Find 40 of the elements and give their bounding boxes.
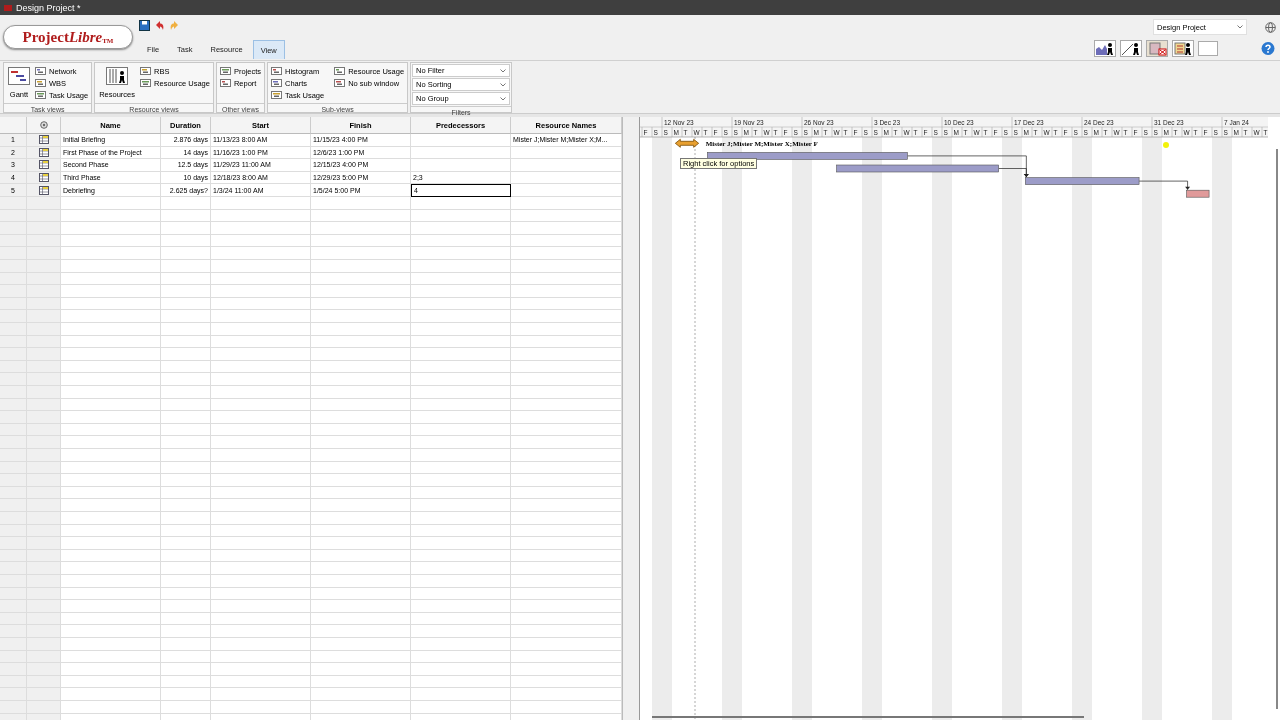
- view-icon: [271, 91, 282, 99]
- view-icon: [35, 91, 46, 99]
- chevron-icon: [1237, 25, 1243, 29]
- view-icon: [219, 79, 231, 87]
- window-title: Design Project *: [16, 2, 81, 13]
- chevron-icon: [500, 68, 507, 73]
- marker-dot: [1163, 142, 1169, 148]
- task-bar[interactable]: [707, 152, 908, 160]
- app-icon: [4, 4, 12, 11]
- gantt-chart-icon: [8, 67, 30, 85]
- view-icon: [271, 79, 282, 87]
- task-icon: [38, 173, 49, 183]
- task-icon: [38, 147, 49, 157]
- view-icon: [35, 79, 46, 87]
- view-icon: [140, 67, 152, 75]
- view-icon: [219, 67, 231, 75]
- histogram-icon[interactable]: [1094, 40, 1116, 57]
- resource-usage-icon[interactable]: [1172, 40, 1194, 57]
- view-icon: [334, 67, 346, 75]
- task-icon: [38, 160, 49, 170]
- resources-icon: [106, 67, 129, 85]
- chevron-icon: [500, 96, 507, 101]
- view-icon: [35, 67, 46, 75]
- horizontal-scrollbar[interactable]: [652, 716, 1084, 718]
- undo-icon[interactable]: [154, 20, 165, 31]
- view-icon: [334, 79, 346, 87]
- chevron-icon: [500, 82, 507, 87]
- save-icon[interactable]: [139, 20, 150, 31]
- task-bar[interactable]: [1186, 189, 1210, 198]
- task-bar[interactable]: [836, 164, 999, 173]
- vertical-scrollbar[interactable]: [1276, 149, 1278, 709]
- view-icon: [271, 67, 282, 75]
- info-icon: [39, 121, 48, 129]
- help-icon[interactable]: [1260, 41, 1276, 56]
- chart-icon[interactable]: [1120, 40, 1142, 57]
- globe-icon[interactable]: [1265, 21, 1276, 33]
- dependency-arrow: [1138, 180, 1191, 191]
- view-icon: [140, 79, 152, 87]
- task-bar[interactable]: [674, 138, 700, 148]
- task-icon: [38, 185, 49, 195]
